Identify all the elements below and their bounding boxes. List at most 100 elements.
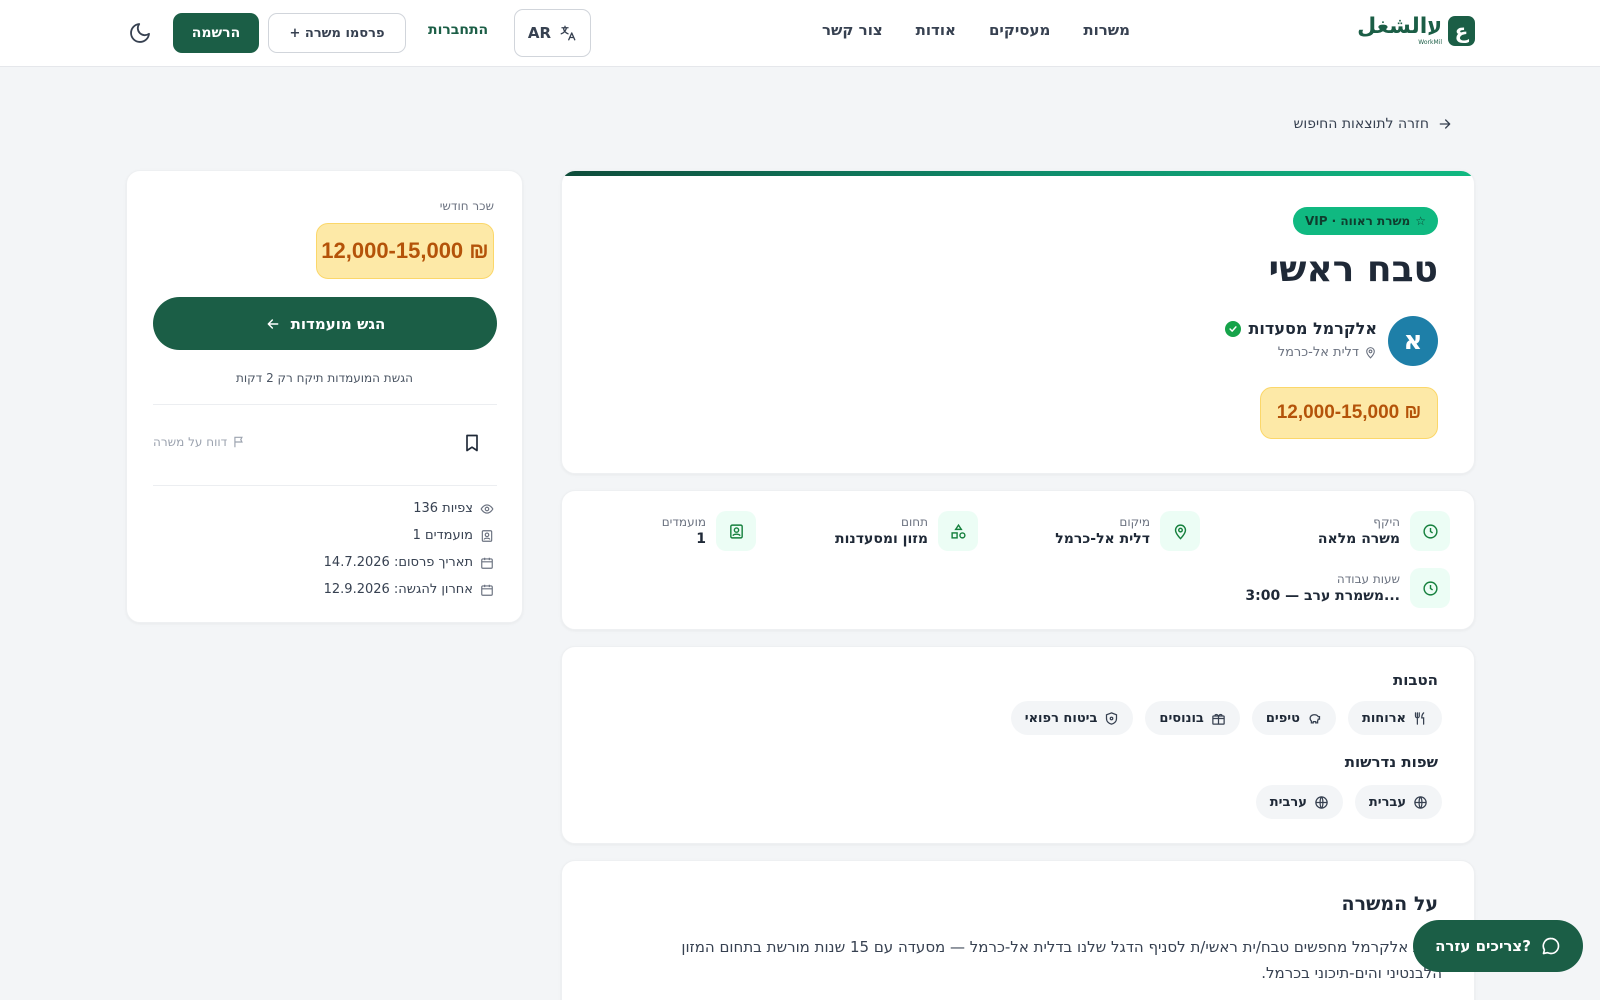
- benefit-chip-insurance: ביטוח רפואי: [1010, 701, 1134, 735]
- applicants-icon: [716, 511, 756, 551]
- detail-category: תחום מזון ומסעדנות: [835, 511, 978, 551]
- stat-views-label: 136 צפיות: [413, 501, 473, 516]
- stat-published-label: תאריך פרסום: 14.7.2026: [323, 555, 473, 570]
- language-label: עברית: [1368, 794, 1406, 810]
- nav-contact[interactable]: צור קשר: [822, 21, 883, 39]
- stat-deadline-label: אחרון להגשה: 12.9.2026: [323, 582, 473, 597]
- verified-icon: [1225, 320, 1242, 337]
- calendar-icon: [481, 584, 493, 596]
- flag-icon: [234, 436, 244, 448]
- company-avatar[interactable]: א: [1388, 316, 1438, 366]
- arrow-right-icon: [1439, 119, 1451, 129]
- detail-label: מיקום: [1119, 515, 1150, 529]
- stat-applicants-label: 1 מועמדים: [412, 528, 473, 543]
- detail-value: 1: [696, 531, 706, 547]
- top-header: עالشغل WorkMil ع משרות מעסיקים אודות צור…: [0, 0, 1600, 67]
- benefit-chip-bonuses: בונוסים: [1145, 701, 1240, 735]
- detail-hours: שעות עבודה משמרת ערב — 3:00...: [1245, 568, 1450, 608]
- hero-accent-bar: [562, 171, 1474, 176]
- vip-badge-label: VIP · משרת ראווה: [1304, 214, 1411, 228]
- languages-list: עברית ערבית: [1255, 785, 1442, 819]
- moon-icon[interactable]: [128, 21, 152, 45]
- report-label: דווח על משרה: [153, 435, 228, 449]
- back-to-results-link[interactable]: חזרה לתוצאות החיפוש: [1294, 116, 1454, 132]
- detail-value: משמרת ערב — 3:00...: [1245, 588, 1400, 604]
- company-name: אלקרמל מסעדות: [1248, 319, 1377, 338]
- language-label: ערבית: [1269, 794, 1307, 810]
- stat-published: תאריך פרסום: 14.7.2026: [324, 555, 494, 570]
- detail-value: דלית אל-כרמל: [1055, 531, 1150, 547]
- nav-jobs[interactable]: משרות: [1083, 21, 1130, 39]
- benefits-card: הטבות ארוחות טיפים בונוסים ביטוח רפואי ש…: [561, 646, 1475, 844]
- piggy-bank-icon: [1309, 713, 1321, 723]
- eye-icon: [480, 503, 494, 514]
- monthly-salary-label: שכר חודשי: [439, 199, 494, 213]
- post-job-button[interactable]: + פרסמו משרה: [268, 13, 406, 53]
- benefit-label: ארוחות: [1361, 710, 1406, 726]
- stat-deadline: אחרון להגשה: 12.9.2026: [324, 582, 494, 597]
- logo-sub: WorkMil: [1418, 39, 1442, 46]
- job-title: טבח ראשי: [1268, 249, 1438, 290]
- globe-icon: [1414, 795, 1427, 809]
- benefit-chip-tips: טיפים: [1251, 701, 1336, 735]
- clock-icon: [1410, 511, 1450, 551]
- apply-button-label: הגש מועמדות: [290, 314, 386, 333]
- job-hero-card: VIP · משרת ראווה ☆ טבח ראשי א אלקרמל מסע…: [561, 170, 1475, 474]
- benefits-title: הטבות: [1392, 671, 1438, 689]
- login-link[interactable]: התחברות: [428, 22, 488, 38]
- language-switch-button[interactable]: AR: [514, 9, 591, 57]
- company-name-row[interactable]: אלקרמל מסעדות: [1225, 319, 1377, 338]
- stat-views: 136 צפיות: [413, 501, 494, 516]
- shield-icon: [1106, 711, 1118, 725]
- report-job-link[interactable]: דווח על משרה: [153, 435, 246, 449]
- language-label: AR: [527, 24, 552, 42]
- nav-employers[interactable]: מעסיקים: [989, 21, 1050, 39]
- arrow-left-icon: [267, 318, 279, 329]
- apply-sidebar-card: שכר חודשי 12,000-15,000 ₪ הגש מועמדות הג…: [126, 170, 523, 623]
- detail-applicants: מועמדים 1: [662, 511, 756, 551]
- company-location-label: דלית אל-כרמל: [1277, 345, 1359, 360]
- benefit-chip-meals: ארוחות: [1347, 701, 1442, 735]
- detail-scope: היקף משרה מלאה: [1318, 511, 1450, 551]
- about-job-card: על המשרה רשת אלקרמל מחפשים טבח/ית ראשי/ת…: [561, 860, 1475, 1000]
- benefit-label: בונוסים: [1159, 710, 1204, 726]
- nav-about[interactable]: אודות: [916, 21, 956, 39]
- logo-text-block: עالشغل WorkMil: [1357, 16, 1442, 46]
- detail-label: מועמדים: [661, 515, 706, 529]
- sidebar-salary-badge: 12,000-15,000 ₪: [316, 223, 494, 279]
- detail-label: שעות עבודה: [1336, 572, 1400, 586]
- company-location: דלית אל-כרמל: [1278, 345, 1377, 360]
- benefits-list: ארוחות טיפים בונוסים ביטוח רפואי: [1010, 701, 1442, 735]
- detail-value: משרה מלאה: [1317, 531, 1400, 547]
- language-chip-arabic: ערבית: [1255, 785, 1343, 819]
- divider: [153, 485, 497, 486]
- chat-bubble-icon: [1542, 937, 1560, 955]
- apply-note: הגשת המועמדות תיקח רק 2 דקות: [236, 371, 413, 385]
- help-chat-button[interactable]: צריכים עזרה?: [1413, 920, 1583, 972]
- gift-icon: [1212, 713, 1225, 725]
- detail-location: מיקום דלית אל-כרמל: [1055, 511, 1200, 551]
- translate-icon: [560, 25, 576, 41]
- star-icon: ☆: [1415, 214, 1426, 228]
- languages-title: שפות נדרשות: [1344, 753, 1438, 771]
- site-logo[interactable]: עالشغل WorkMil ع: [1357, 16, 1475, 46]
- bookmark-icon[interactable]: [462, 431, 482, 455]
- clock-icon: [1410, 568, 1450, 608]
- category-icon: [938, 511, 978, 551]
- benefit-label: ביטוח רפואי: [1024, 710, 1098, 726]
- applicants-icon: [481, 529, 493, 542]
- map-pin-icon: [1160, 511, 1200, 551]
- logo-word: עالشغل: [1357, 14, 1442, 39]
- job-details-card: היקף משרה מלאה מיקום דלית אל-כרמל תחום מזון…: [561, 490, 1475, 630]
- apply-button[interactable]: הגש מועמדות: [153, 297, 497, 350]
- vip-badge: VIP · משרת ראווה ☆: [1292, 207, 1438, 235]
- divider: [153, 404, 497, 405]
- signup-button[interactable]: הרשמה: [173, 13, 259, 53]
- stat-applicants: 1 מועמדים: [413, 528, 494, 543]
- calendar-icon: [481, 557, 493, 569]
- about-text: רשת אלקרמל מחפשים טבח/ית ראשי/ת לסניף הד…: [681, 938, 1442, 982]
- back-link-label: חזרה לתוצאות החיפוש: [1293, 116, 1430, 132]
- detail-label: היקף: [1373, 515, 1400, 529]
- map-pin-icon: [1366, 347, 1375, 359]
- utensils-icon: [1414, 711, 1425, 725]
